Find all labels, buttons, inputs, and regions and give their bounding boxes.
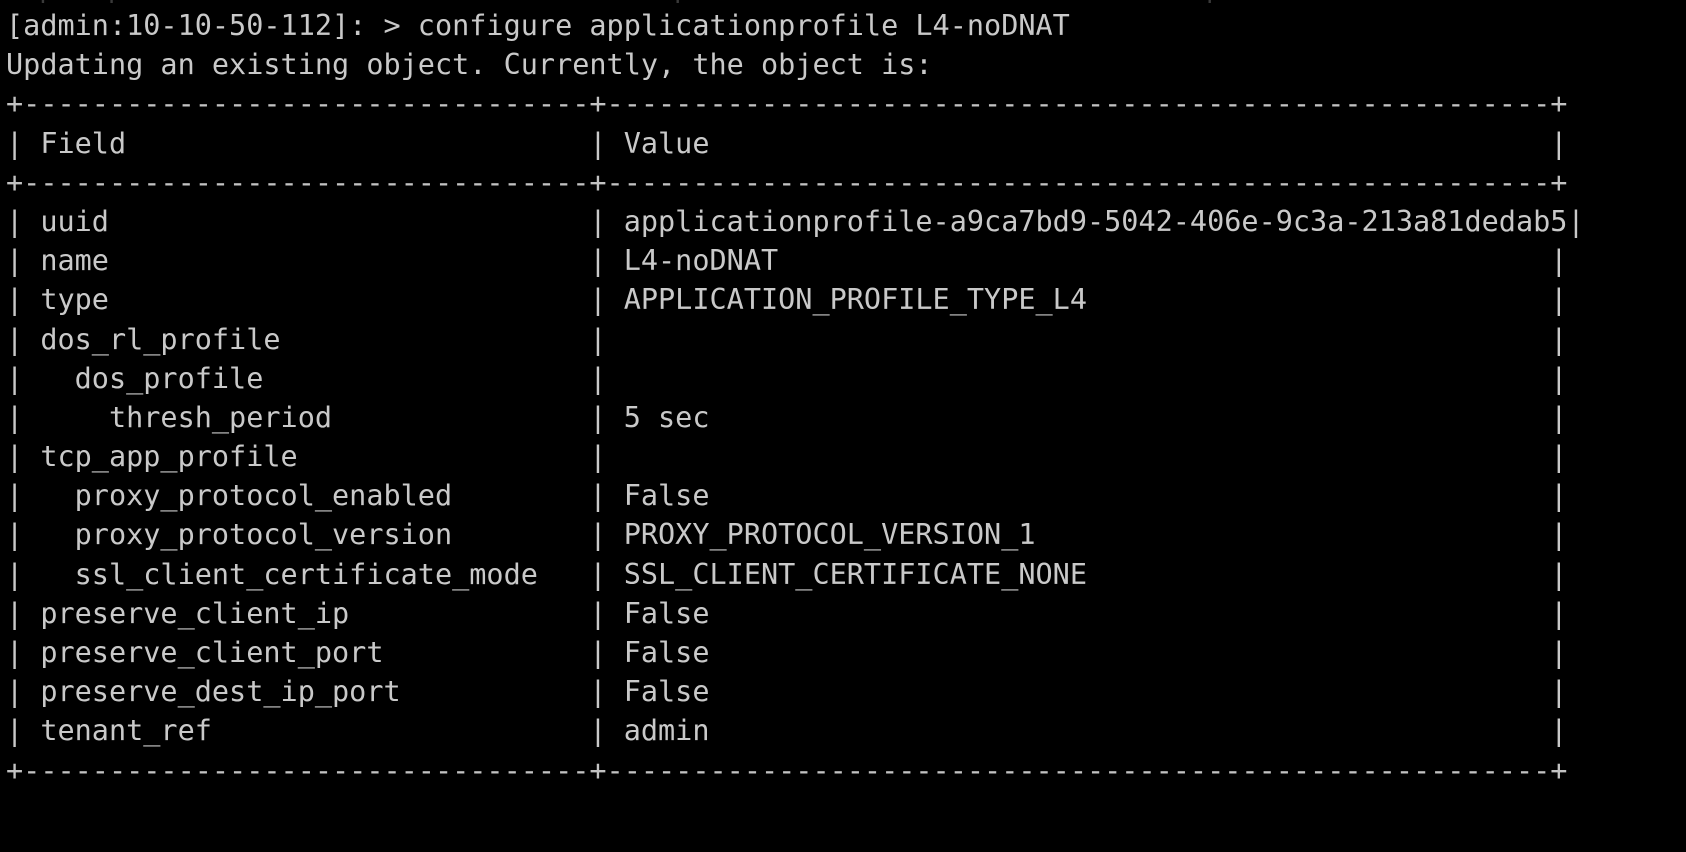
table-row: | tenant_ref | admin | xyxy=(6,714,1568,748)
table-row: | dos_rl_profile | | xyxy=(6,322,1568,356)
table-border-top: +---------------------------------+-----… xyxy=(6,87,1568,121)
prompt-line: [admin:10-10-50-112]: > configure applic… xyxy=(6,9,1070,42)
table-row: | type | APPLICATION_PROFILE_TYPE_L4 | xyxy=(6,283,1568,317)
table-row: | preserve_client_ip | False | xyxy=(6,596,1568,630)
terminal-window[interactable]: | | | | [admin:10-10-50-112]: > configur… xyxy=(0,0,1686,852)
table-border-header: +---------------------------------+-----… xyxy=(6,165,1568,199)
table-row: | proxy_protocol_enabled | False | xyxy=(6,479,1568,513)
table-border-bottom: +---------------------------------+-----… xyxy=(6,753,1568,787)
status-line: Updating an existing object. Currently, … xyxy=(6,48,933,82)
table-row: | uuid | applicationprofile-a9ca7bd9-504… xyxy=(6,204,1585,238)
table-row: | ssl_client_certificate_mode | SSL_CLIE… xyxy=(6,557,1568,591)
table-row: | thresh_period | 5 sec | xyxy=(6,400,1568,434)
table-row: | tcp_app_profile | | xyxy=(6,440,1568,474)
terminal-screen: [admin:10-10-50-112]: > configure applic… xyxy=(6,6,1680,790)
table-body: | uuid | applicationprofile-a9ca7bd9-504… xyxy=(6,202,1680,751)
table-row: | preserve_dest_ip_port | False | xyxy=(6,675,1568,709)
table-row: | preserve_client_port | False | xyxy=(6,636,1568,669)
table-row: | name | L4-noDNAT | xyxy=(6,244,1568,278)
table-header-row: | Field | Value | xyxy=(6,126,1568,160)
table-row: | proxy_protocol_version | PROXY_PROTOCO… xyxy=(6,518,1568,552)
table-row: | dos_profile | | xyxy=(6,361,1568,395)
